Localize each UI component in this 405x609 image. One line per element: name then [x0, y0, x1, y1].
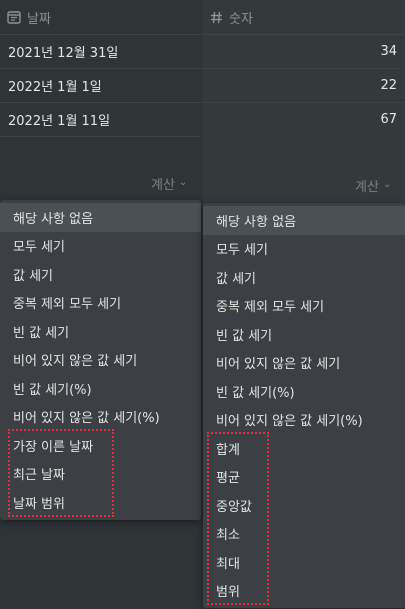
menu-item[interactable]: 빈 값 세기 [0, 317, 201, 346]
date-cell: 2022년 1월 11일 [8, 114, 111, 129]
table-row[interactable]: 2022년 1월 11일 [0, 102, 201, 136]
number-column-header[interactable]: 숫자 [203, 0, 405, 34]
menu-item[interactable]: 평균 [203, 463, 405, 492]
date-column-header[interactable]: 날짜 [0, 0, 201, 34]
table-row[interactable]: 67 [203, 102, 405, 136]
menu-item[interactable]: 해당 사항 없음 [203, 206, 405, 235]
menu-item[interactable]: 비어 있지 않은 값 세기 [203, 349, 405, 378]
menu-item[interactable]: 값 세기 [203, 263, 405, 292]
number-cell: 22 [380, 78, 397, 93]
table-row[interactable]: 2021년 12월 31일 [0, 34, 201, 68]
calculate-label: 계산 [151, 178, 175, 193]
menu-item[interactable]: 빈 값 세기(%) [0, 374, 201, 403]
chevron-down-icon: ⌄ [178, 177, 188, 188]
number-cell: 34 [380, 44, 397, 59]
number-cell: 67 [380, 112, 397, 127]
menu-item[interactable]: 최대 [203, 548, 405, 577]
menu-item[interactable]: 최소 [203, 520, 405, 549]
calendar-icon [7, 11, 21, 24]
menu-item[interactable]: 비어 있지 않은 값 세기(%) [0, 403, 201, 432]
table-row[interactable]: 22 [203, 68, 405, 102]
menu-item[interactable]: 최근 날짜 [0, 460, 201, 489]
chevron-down-icon: ⌄ [382, 179, 392, 190]
menu-item[interactable]: 중복 제외 모두 세기 [203, 292, 405, 321]
number-column-title: 숫자 [229, 11, 253, 27]
date-cell: 2021년 12월 31일 [8, 46, 119, 61]
menu-item[interactable]: 모두 세기 [203, 235, 405, 264]
menu-item[interactable]: 범위 [203, 577, 405, 606]
table-row[interactable]: 34 [203, 34, 405, 68]
menu-item[interactable]: 중복 제외 모두 세기 [0, 289, 201, 318]
menu-item[interactable]: 빈 값 세기(%) [203, 377, 405, 406]
menu-item[interactable]: 비어 있지 않은 값 세기(%) [203, 406, 405, 435]
table-row[interactable]: 2022년 1월 1일 [0, 68, 201, 102]
menu-item[interactable]: 값 세기 [0, 260, 201, 289]
menu-item[interactable]: 빈 값 세기 [203, 320, 405, 349]
date-calculate-button[interactable]: 계산 ⌄ [151, 174, 187, 193]
menu-item[interactable]: 비어 있지 않은 값 세기 [0, 346, 201, 375]
menu-item[interactable]: 해당 사항 없음 [0, 203, 201, 232]
menu-item[interactable]: 합계 [203, 434, 405, 463]
calculate-label: 계산 [355, 180, 379, 195]
hash-icon [211, 11, 222, 23]
menu-item[interactable]: 중앙값 [203, 491, 405, 520]
menu-item[interactable]: 날짜 범위 [0, 488, 201, 517]
date-column-title: 날짜 [27, 11, 51, 27]
date-calculate-menu: 해당 사항 없음 모두 세기 값 세기 중복 제외 모두 세기 빈 값 세기 비어 있지 … [0, 200, 201, 520]
number-calculate-menu: 해당 사항 없음 모두 세기 값 세기 중복 제외 모두 세기 빈 값 세기 비어 있지 … [203, 203, 405, 608]
menu-item[interactable]: 모두 세기 [0, 232, 201, 261]
empty-row [0, 136, 201, 170]
date-cell: 2022년 1월 1일 [8, 80, 102, 95]
number-calculate-button[interactable]: 계산 ⌄ [355, 176, 391, 195]
menu-item[interactable]: 가장 이른 날짜 [0, 431, 201, 460]
